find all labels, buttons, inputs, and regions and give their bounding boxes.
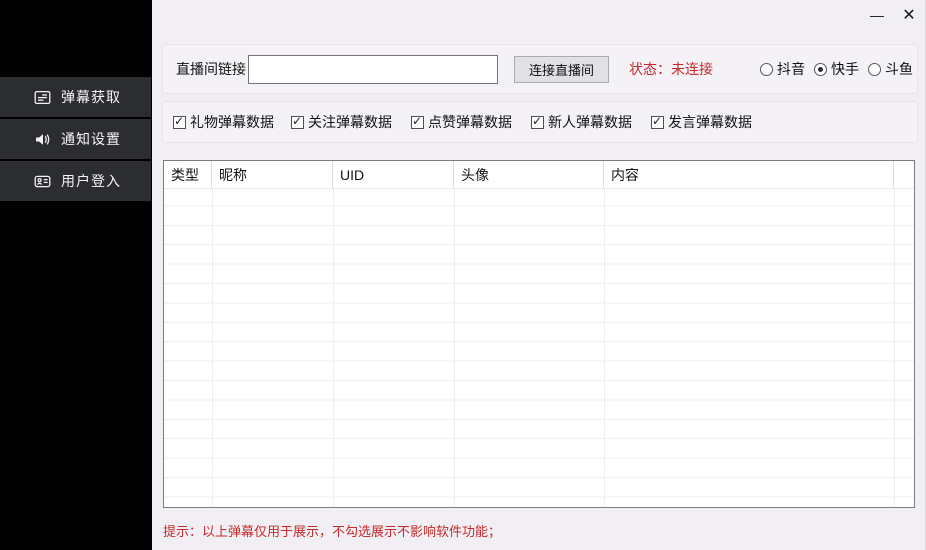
radio-icon xyxy=(868,63,881,76)
checkbox-icon: ✓ xyxy=(531,116,544,129)
footer-hint: 提示：以上弹幕仅用于展示，不勾选展示不影响软件功能； xyxy=(163,521,501,540)
main-content: — ✕ 直播间链接： 连接直播间 状态：未连接 抖音 快手 斗鱼 ✓ xyxy=(152,0,926,550)
sidebar-item-user-login[interactable]: 用户登入 xyxy=(0,161,151,201)
column-header-uid[interactable]: UID xyxy=(333,161,454,188)
speaker-icon xyxy=(33,130,51,148)
column-divider xyxy=(454,189,455,507)
sidebar: 弹幕获取 通知设置 xyxy=(0,0,152,550)
danmaku-list-icon xyxy=(33,88,51,106)
close-button[interactable]: ✕ xyxy=(894,2,924,28)
check-icon: ✓ xyxy=(532,114,542,128)
app-window: 弹幕获取 通知设置 xyxy=(0,0,926,550)
radio-icon xyxy=(814,63,827,76)
column-divider xyxy=(604,189,605,507)
column-divider xyxy=(212,189,213,507)
checkbox-gift-danmaku[interactable]: ✓ 礼物弹幕数据 xyxy=(173,102,274,142)
connection-status: 状态：未连接 xyxy=(629,45,713,93)
column-divider xyxy=(894,189,895,507)
checkbox-label: 发言弹幕数据 xyxy=(668,112,752,132)
platform-radio-kuaishou[interactable]: 快手 xyxy=(814,45,859,93)
column-header-avatar[interactable]: 头像 xyxy=(454,161,604,188)
checkbox-newcomer-danmaku[interactable]: ✓ 新人弹幕数据 xyxy=(531,102,632,142)
checkbox-icon: ✓ xyxy=(651,116,664,129)
connect-panel: 直播间链接： 连接直播间 状态：未连接 抖音 快手 斗鱼 xyxy=(162,44,918,94)
room-link-input[interactable] xyxy=(248,55,498,84)
column-header-content[interactable]: 内容 xyxy=(604,161,894,188)
connect-room-button[interactable]: 连接直播间 xyxy=(514,56,609,83)
id-card-icon xyxy=(33,172,51,190)
check-icon: ✓ xyxy=(412,114,422,128)
sidebar-item-danmaku-capture[interactable]: 弹幕获取 xyxy=(0,77,151,117)
platform-label: 斗鱼 xyxy=(885,59,913,79)
sidebar-item-label: 通知设置 xyxy=(61,129,121,149)
checkbox-icon: ✓ xyxy=(411,116,424,129)
sidebar-item-notification-settings[interactable]: 通知设置 xyxy=(0,119,151,159)
checkbox-chat-danmaku[interactable]: ✓ 发言弹幕数据 xyxy=(651,102,752,142)
column-divider xyxy=(333,189,334,507)
minimize-button[interactable]: — xyxy=(862,2,892,28)
column-header-filler xyxy=(894,161,914,188)
checkbox-icon: ✓ xyxy=(291,116,304,129)
platform-label: 抖音 xyxy=(777,59,805,79)
check-icon: ✓ xyxy=(292,114,302,128)
column-header-type[interactable]: 类型 xyxy=(164,161,212,188)
checkbox-label: 点赞弹幕数据 xyxy=(428,112,512,132)
checkbox-label: 新人弹幕数据 xyxy=(548,112,632,132)
platform-radio-douyin[interactable]: 抖音 xyxy=(760,45,805,93)
check-icon: ✓ xyxy=(652,114,662,128)
radio-icon xyxy=(760,63,773,76)
checkbox-icon: ✓ xyxy=(173,116,186,129)
table-body xyxy=(164,189,914,507)
table-header: 类型 昵称 UID 头像 内容 xyxy=(164,161,914,189)
checkbox-label: 礼物弹幕数据 xyxy=(190,112,274,132)
checkbox-label: 关注弹幕数据 xyxy=(308,112,392,132)
check-icon: ✓ xyxy=(174,114,184,128)
platform-label: 快手 xyxy=(831,59,859,79)
sidebar-item-label: 用户登入 xyxy=(61,171,121,191)
sidebar-menu: 弹幕获取 通知设置 xyxy=(0,77,151,203)
checkbox-like-danmaku[interactable]: ✓ 点赞弹幕数据 xyxy=(411,102,512,142)
filter-panel: ✓ 礼物弹幕数据 ✓ 关注弹幕数据 ✓ 点赞弹幕数据 ✓ 新人弹幕数据 ✓ 发言… xyxy=(162,101,918,143)
status-label: 状态： xyxy=(629,59,671,79)
column-header-nickname[interactable]: 昵称 xyxy=(212,161,333,188)
status-value: 未连接 xyxy=(671,59,713,79)
platform-radio-douyu[interactable]: 斗鱼 xyxy=(868,45,913,93)
sidebar-item-label: 弹幕获取 xyxy=(61,87,121,107)
danmaku-table: 类型 昵称 UID 头像 内容 xyxy=(163,160,915,508)
checkbox-follow-danmaku[interactable]: ✓ 关注弹幕数据 xyxy=(291,102,392,142)
